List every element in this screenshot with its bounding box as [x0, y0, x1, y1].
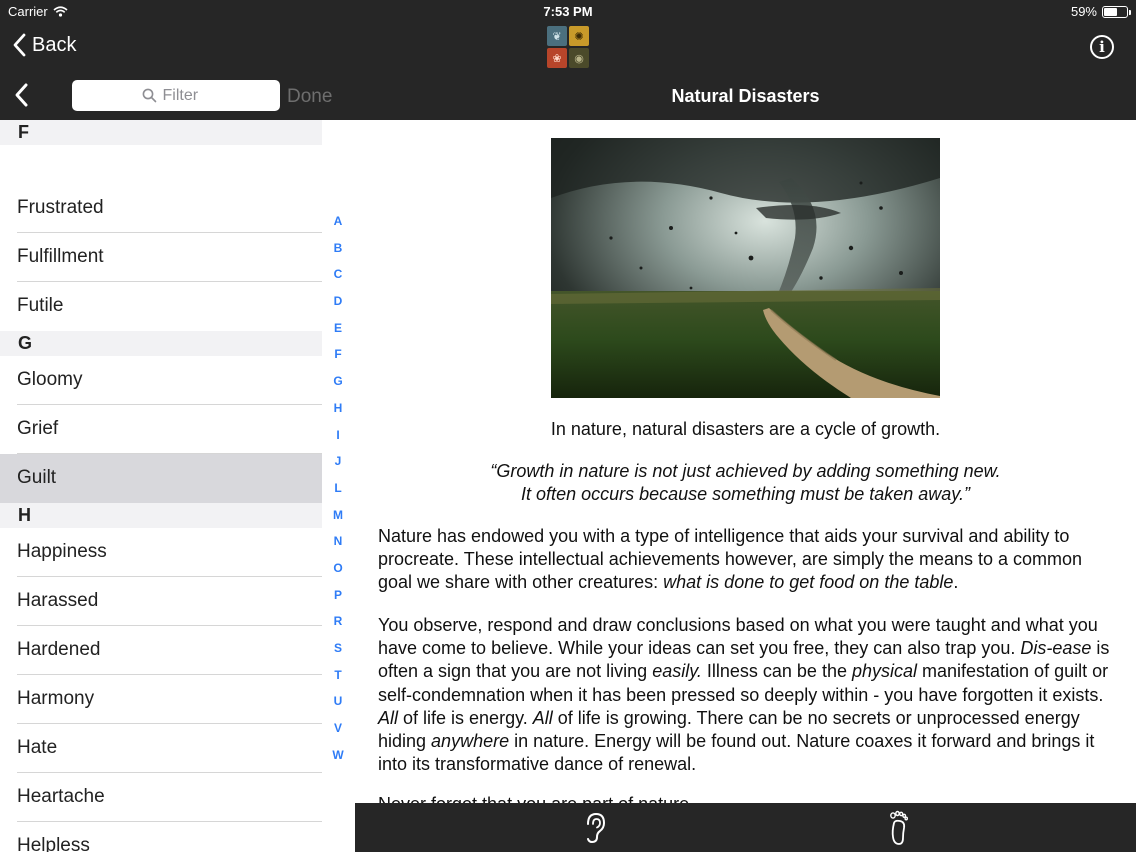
index-letter[interactable]: A	[334, 208, 343, 235]
index-letter[interactable]: W	[332, 742, 343, 769]
emphasis-span: anywhere	[431, 731, 510, 752]
index-letter[interactable]: E	[334, 315, 342, 342]
done-button[interactable]: Done	[287, 86, 332, 108]
ear-icon	[587, 812, 606, 844]
list-item[interactable]: Harmony	[0, 675, 322, 724]
article-pane: In nature, natural disasters are a cycle…	[355, 120, 1136, 803]
ear-button[interactable]	[577, 809, 613, 847]
section-header-f: F	[0, 120, 322, 145]
battery-group: 59%	[1070, 4, 1131, 19]
index-letter[interactable]: I	[336, 422, 339, 449]
emphasis-span: Dis-ease	[1020, 638, 1092, 659]
chevron-left-icon	[13, 33, 26, 57]
filter-input[interactable]	[162, 86, 211, 105]
list-item[interactable]: Heartache	[0, 773, 322, 822]
logo-shell-tile: ◉	[569, 48, 589, 68]
battery-percent: 59%	[1070, 4, 1097, 19]
index-letter[interactable]: J	[335, 448, 342, 475]
emotion-list: F Frustrated Fulfillment Futile G Gloomy…	[0, 120, 322, 852]
info-icon[interactable]: i	[1090, 35, 1114, 59]
status-bar: Carrier 7:53 PM 59%	[0, 0, 1136, 24]
index-letter[interactable]: B	[334, 235, 343, 262]
bottom-toolbar	[355, 803, 1136, 852]
index-letter[interactable]: D	[334, 288, 343, 315]
list-item-partial	[0, 145, 322, 184]
list-item[interactable]: Hate	[0, 724, 322, 773]
index-letter[interactable]: H	[334, 395, 343, 422]
pull-quote: “Growth in nature is not just achieved b…	[355, 460, 1136, 506]
index-letter[interactable]: N	[334, 528, 343, 555]
footprint-icon	[890, 810, 909, 845]
text-span: You observe, respond and draw conclusion…	[378, 615, 1098, 659]
index-letter[interactable]: O	[333, 555, 342, 582]
index-letter[interactable]: U	[334, 688, 343, 715]
list-item[interactable]: Futile	[0, 282, 322, 331]
battery-fill	[1104, 7, 1117, 16]
index-letter[interactable]: S	[334, 635, 342, 662]
app-logo-icon: ❦ ✺ ❀ ◉	[547, 26, 589, 68]
list-back-button[interactable]	[12, 82, 30, 113]
chevron-left-icon	[15, 83, 28, 107]
index-letter[interactable]: F	[334, 341, 341, 368]
text-span: .	[953, 572, 959, 593]
list-item[interactable]: Gloomy	[0, 356, 322, 405]
article-paragraph-2: You observe, respond and draw conclusion…	[378, 614, 1116, 776]
text-span: of life is energy.	[398, 707, 533, 728]
app-root: Carrier 7:53 PM 59% Back ❦ ✺ ❀ ◉ i Filte…	[0, 0, 1136, 852]
search-icon	[142, 88, 156, 103]
back-label: Back	[32, 33, 77, 56]
page-title: Natural Disasters	[671, 86, 820, 106]
list-item[interactable]: Grief	[0, 405, 322, 454]
emphasis-span: physical	[851, 661, 917, 682]
navigation-chrome: Carrier 7:53 PM 59% Back ❦ ✺ ❀ ◉ i Filte…	[0, 0, 1136, 120]
section-header-g: G	[0, 331, 322, 356]
tornado-image	[551, 138, 940, 398]
section-index[interactable]: ABCDEFGHIJLMNOPRSTUVW	[325, 208, 351, 768]
section-header-h: H	[0, 503, 322, 528]
battery-icon	[1102, 5, 1131, 18]
logo-leaf-tile: ❦	[547, 26, 567, 46]
index-letter[interactable]: L	[334, 475, 341, 502]
secondary-nav-bar: Done Natural Disasters	[0, 72, 1136, 120]
article-paragraph-3: Never forget that you are part of nature…	[378, 793, 1116, 803]
list-item[interactable]: Helpless	[0, 822, 322, 852]
index-letter[interactable]: M	[333, 502, 343, 529]
logo-sun-tile: ✺	[569, 26, 589, 46]
text-span: Illness can be the	[701, 661, 852, 682]
list-item[interactable]: Frustrated	[0, 184, 322, 233]
filter-field[interactable]	[72, 80, 280, 111]
quote-line-2: It often occurs because something must b…	[521, 484, 970, 504]
back-button[interactable]: Back	[12, 33, 76, 57]
emphasis-span: All	[378, 707, 399, 728]
emphasis-span: All	[532, 707, 553, 728]
article-paragraph-1: Nature has endowed you with a type of in…	[378, 525, 1116, 595]
list-item[interactable]: Harassed	[0, 577, 322, 626]
status-time: 7:53 PM	[543, 4, 593, 19]
list-item[interactable]: Hardened	[0, 626, 322, 675]
index-letter[interactable]: C	[334, 261, 343, 288]
emphasis-span: what is done to get food on the table	[663, 572, 954, 593]
list-item[interactable]: Fulfillment	[0, 233, 322, 282]
index-letter[interactable]: R	[334, 608, 343, 635]
tornado-illustration	[551, 138, 940, 398]
list-item[interactable]: Happiness	[0, 528, 322, 577]
footprint-button[interactable]	[880, 809, 916, 847]
index-letter[interactable]: P	[334, 582, 342, 609]
logo-paw-tile: ❀	[547, 48, 567, 68]
index-letter[interactable]: G	[333, 368, 342, 395]
index-letter[interactable]: T	[334, 662, 341, 689]
index-letter[interactable]: V	[334, 715, 342, 742]
emphasis-span: easily.	[652, 661, 702, 682]
quote-line-1: “Growth in nature is not just achieved b…	[490, 461, 1001, 481]
list-item-selected[interactable]: Guilt	[0, 454, 322, 503]
image-caption: In nature, natural disasters are a cycle…	[550, 419, 941, 439]
